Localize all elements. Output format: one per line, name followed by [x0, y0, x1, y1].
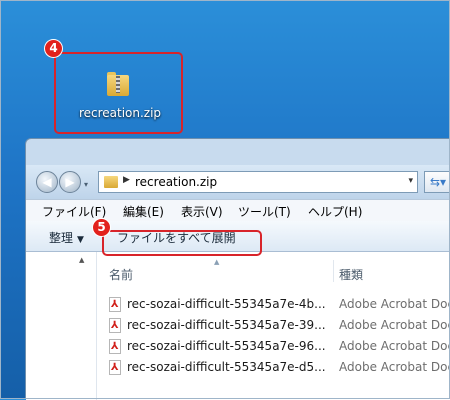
pdf-file-icon: ⅄ [109, 339, 121, 354]
file-row[interactable]: ⅄ rec-sozai-difficult-55345a7e-d5... Ado… [109, 358, 450, 377]
navigation-bar: ◀ ▶ ▾ ▶ recreation.zip ▾ ⇆▾ [26, 165, 450, 199]
menu-edit[interactable]: 編集(E) [123, 203, 164, 220]
chevron-down-icon: ▼ [77, 235, 84, 245]
file-row[interactable]: ⅄ rec-sozai-difficult-55345a7e-39... Ado… [109, 316, 450, 335]
file-name: rec-sozai-difficult-55345a7e-d5... [127, 360, 326, 374]
menu-view[interactable]: 表示(V) [181, 203, 223, 220]
pdf-file-icon: ⅄ [109, 318, 121, 333]
file-type: Adobe Acrobat Doc [339, 360, 450, 374]
organize-label: 整理 [49, 231, 74, 245]
callout-badge-4: 4 [45, 40, 62, 57]
recent-pages-dropdown[interactable]: ▾ [84, 180, 88, 189]
column-header-name[interactable]: 名前 [109, 266, 133, 283]
explorer-window: ◀ ▶ ▾ ▶ recreation.zip ▾ ⇆▾ ファイル(F) 編集(E… [25, 138, 450, 400]
navigation-pane: ▲ [26, 252, 97, 400]
menu-file[interactable]: ファイル(F) [42, 203, 106, 220]
column-divider[interactable] [333, 260, 334, 282]
folder-icon [104, 176, 118, 188]
menu-help[interactable]: ヘルプ(H) [308, 203, 362, 220]
pdf-file-icon: ⅄ [109, 297, 121, 312]
file-type: Adobe Acrobat Doc [339, 297, 450, 311]
address-path[interactable]: recreation.zip [135, 175, 217, 189]
address-dropdown-icon[interactable]: ▾ [408, 176, 413, 186]
callout-badge-5: 5 [93, 219, 110, 236]
file-name: rec-sozai-difficult-55345a7e-39... [127, 318, 326, 332]
back-button[interactable]: ◀ [36, 171, 58, 193]
scroll-up-arrow-icon[interactable]: ▲ [79, 256, 84, 264]
menu-tools[interactable]: ツール(T) [238, 203, 291, 220]
address-bar[interactable]: ▶ recreation.zip ▾ [98, 171, 418, 193]
callout-highlight-desktop-icon [54, 52, 183, 134]
callout-highlight-extract-all [102, 230, 262, 256]
file-row[interactable]: ⅄ rec-sozai-difficult-55345a7e-4b... Ado… [109, 295, 450, 314]
file-name: rec-sozai-difficult-55345a7e-96... [127, 339, 326, 353]
breadcrumb-arrow-icon[interactable]: ▶ [123, 175, 130, 185]
forward-button[interactable]: ▶ [59, 171, 81, 193]
file-row[interactable]: ⅄ rec-sozai-difficult-55345a7e-96... Ado… [109, 337, 450, 356]
sort-ascending-icon: ▲ [214, 258, 220, 266]
file-list-area: ▲ ▲ 名前 種類 ⅄ rec-sozai-difficult-55345a7e… [26, 252, 450, 400]
column-header-type[interactable]: 種類 [339, 266, 363, 283]
file-type: Adobe Acrobat Doc [339, 339, 450, 353]
refresh-button[interactable]: ⇆▾ [424, 171, 450, 193]
organize-button[interactable]: 整理 ▼ [49, 229, 84, 246]
file-type: Adobe Acrobat Doc [339, 318, 450, 332]
pdf-file-icon: ⅄ [109, 360, 121, 375]
file-name: rec-sozai-difficult-55345a7e-4b... [127, 297, 326, 311]
menu-bar: ファイル(F) 編集(E) 表示(V) ツール(T) ヘルプ(H) [26, 199, 450, 221]
